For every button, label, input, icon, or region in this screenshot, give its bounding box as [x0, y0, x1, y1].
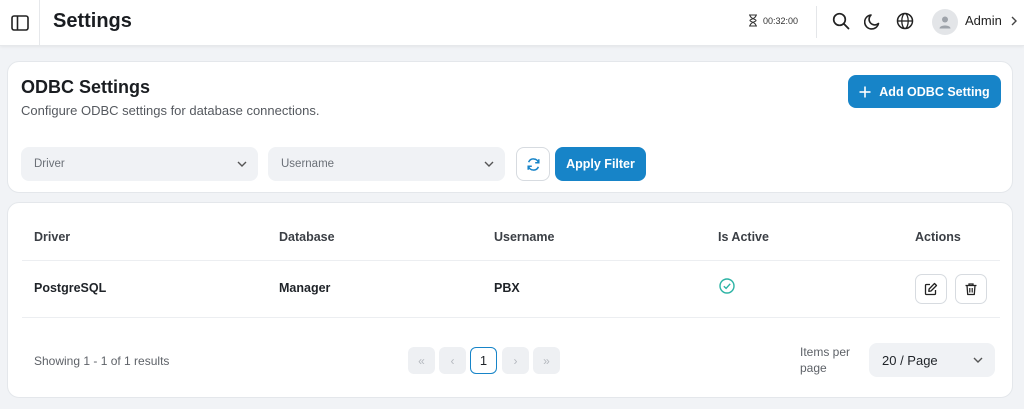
items-per-page-label: Items per page: [800, 345, 851, 375]
search-button[interactable]: [831, 11, 851, 31]
last-page-button[interactable]: »: [533, 347, 560, 374]
header-divider: [22, 260, 1000, 261]
moon-icon: [863, 13, 879, 30]
driver-filter-select[interactable]: Driver: [21, 147, 258, 181]
add-odbc-setting-button[interactable]: Add ODBC Setting: [848, 75, 1001, 108]
refresh-button[interactable]: [516, 147, 550, 181]
top-bar: Settings 00:32:00 Admin: [0, 0, 1024, 46]
section-title: ODBC Settings: [21, 77, 151, 97]
user-menu-toggle[interactable]: [1010, 14, 1018, 32]
first-page-button[interactable]: «: [408, 347, 435, 374]
driver-placeholder: Driver: [34, 158, 65, 170]
column-header-actions: Actions: [915, 230, 961, 244]
plus-icon: [859, 86, 871, 97]
topbar-divider: [816, 6, 817, 38]
session-timer: 00:32:00: [748, 14, 798, 27]
column-header-driver[interactable]: Driver: [34, 230, 70, 244]
sidebar-toggle-icon: [10, 15, 29, 31]
prev-page-button[interactable]: ‹: [439, 347, 466, 374]
avatar[interactable]: [932, 9, 958, 35]
edit-icon: [924, 282, 938, 296]
next-page-button[interactable]: ›: [502, 347, 529, 374]
username-placeholder: Username: [281, 158, 335, 170]
sidebar-toggle-button[interactable]: [0, 0, 40, 46]
trash-icon: [965, 283, 977, 296]
page-number-current[interactable]: 1: [470, 347, 497, 374]
page-size-select[interactable]: 20 / Page: [869, 343, 995, 377]
page-size-value: 20 / Page: [882, 352, 938, 368]
apply-filter-button[interactable]: Apply Filter: [555, 147, 646, 181]
odbc-settings-card: ODBC Settings Configure ODBC settings fo…: [7, 61, 1013, 193]
odbc-table-card: Driver Database Username Is Active Actio…: [7, 202, 1013, 398]
column-header-database[interactable]: Database: [279, 230, 335, 244]
chevron-down-icon: [484, 161, 494, 167]
refresh-icon: [526, 157, 540, 171]
globe-icon: [896, 12, 914, 30]
edit-button[interactable]: [915, 274, 947, 304]
user-icon: [939, 16, 951, 29]
chevron-down-icon: [237, 161, 247, 167]
cell-database: Manager: [279, 281, 331, 295]
delete-button[interactable]: [955, 274, 987, 304]
column-header-is-active[interactable]: Is Active: [718, 230, 769, 244]
column-header-username[interactable]: Username: [494, 230, 554, 244]
active-check-icon: [719, 278, 735, 294]
chevron-down-icon: [973, 357, 983, 363]
timer-text: 00:32:00: [763, 15, 799, 26]
hourglass-icon: [749, 14, 757, 27]
search-icon: [832, 12, 850, 30]
language-button[interactable]: [895, 11, 915, 31]
theme-toggle-button[interactable]: [862, 11, 882, 31]
username-filter-select[interactable]: Username: [268, 147, 505, 181]
section-subtitle: Configure ODBC settings for database con…: [21, 103, 320, 118]
row-divider: [22, 317, 1000, 318]
user-name[interactable]: Admin: [965, 13, 1002, 28]
page-title: Settings: [53, 10, 132, 32]
chevron-right-icon: [1011, 16, 1017, 26]
cell-driver: PostgreSQL: [34, 281, 107, 295]
results-summary: Showing 1 - 1 of 1 results: [34, 354, 170, 368]
cell-username: PBX: [494, 281, 520, 295]
add-button-label: Add ODBC Setting: [879, 84, 990, 99]
